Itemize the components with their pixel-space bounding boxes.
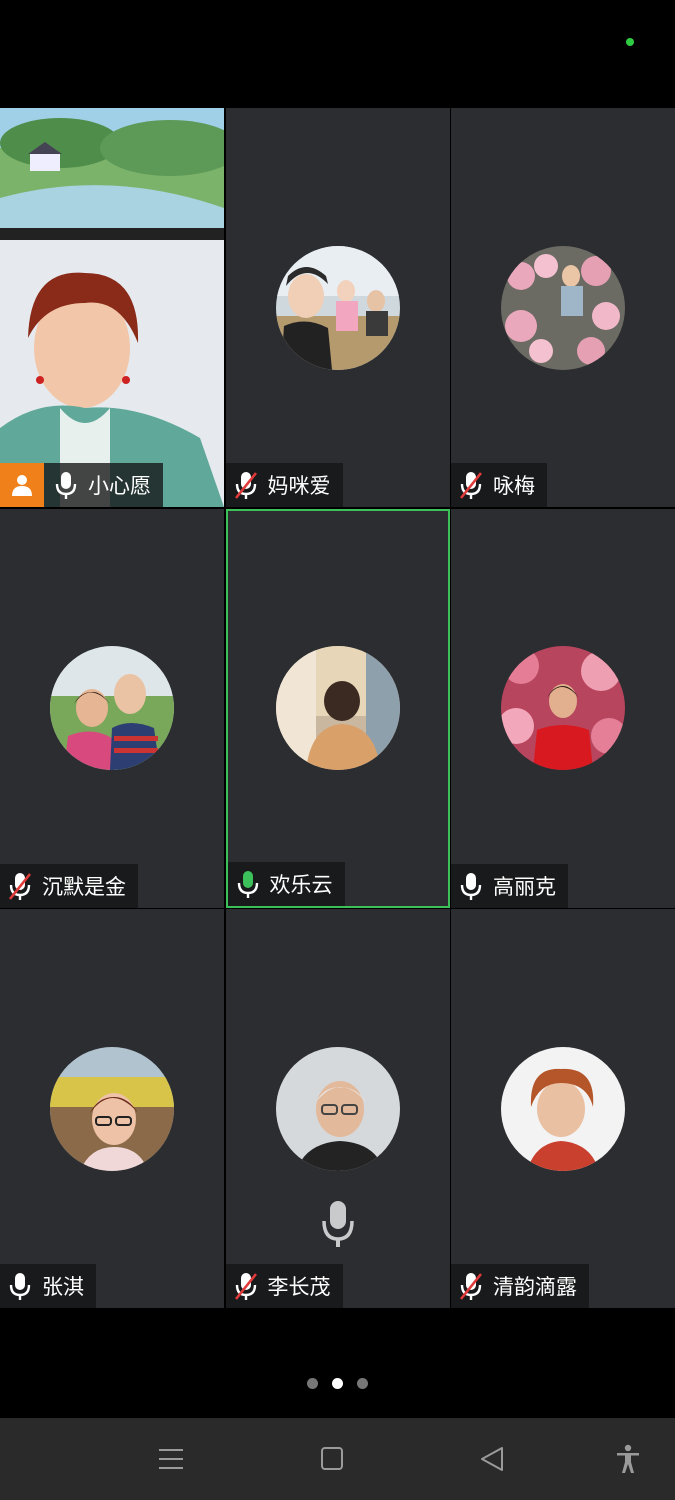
participant-avatar bbox=[275, 1046, 400, 1171]
participant-avatar bbox=[501, 245, 625, 370]
microphone-muted-icon bbox=[459, 1273, 483, 1300]
home-square-icon[interactable] bbox=[312, 1444, 352, 1474]
person-icon bbox=[12, 475, 32, 496]
participant-name: 清韵滴露 bbox=[493, 1275, 577, 1299]
participant-video bbox=[0, 108, 224, 507]
participant-tile[interactable]: 高丽克 bbox=[451, 508, 675, 908]
participant-avatar bbox=[501, 646, 625, 770]
participant-name-bar: 高丽克 bbox=[451, 863, 568, 908]
status-indicator bbox=[626, 38, 634, 46]
participant-avatar bbox=[275, 245, 400, 370]
participant-tile[interactable]: 咏梅 bbox=[451, 108, 675, 507]
menu-icon[interactable] bbox=[151, 1444, 191, 1474]
participant-tile[interactable]: 清韵滴露 bbox=[451, 909, 675, 1308]
microphone-muted-icon bbox=[8, 872, 32, 900]
participant-name-bar: 清韵滴露 bbox=[451, 1264, 589, 1308]
system-navigation-bar bbox=[0, 1418, 675, 1500]
participant-avatar bbox=[275, 646, 400, 770]
participant-avatar bbox=[50, 1046, 174, 1171]
host-badge bbox=[0, 463, 44, 507]
participant-tile[interactable]: 妈咪爱 bbox=[225, 108, 450, 507]
microphone-icon bbox=[321, 1201, 354, 1247]
page-dot[interactable] bbox=[307, 1378, 318, 1389]
participant-name-bar: 咏梅 bbox=[451, 463, 547, 507]
participant-tile[interactable]: 李长茂 bbox=[225, 909, 450, 1308]
participant-name: 欢乐云 bbox=[269, 872, 333, 897]
participant-name: 小心愿 bbox=[88, 474, 151, 498]
participant-tile[interactable]: 张淇 bbox=[0, 909, 224, 1308]
participant-tile-active[interactable]: 欢乐云 bbox=[225, 508, 450, 908]
participant-name-bar: 欢乐云 bbox=[227, 861, 345, 906]
participant-tile[interactable]: 沉默是金 bbox=[0, 508, 224, 908]
microphone-icon bbox=[9, 1273, 31, 1300]
page-dot-current[interactable] bbox=[332, 1378, 343, 1389]
participant-tile[interactable]: 小心愿 bbox=[0, 108, 224, 507]
participant-avatar bbox=[50, 646, 174, 770]
microphone-speaking-icon bbox=[237, 870, 258, 898]
participant-name-bar: 张淇 bbox=[0, 1264, 96, 1308]
participant-name-bar: 沉默是金 bbox=[0, 863, 138, 908]
page-dot[interactable] bbox=[357, 1378, 368, 1389]
participant-name-bar: 李长茂 bbox=[225, 1264, 343, 1308]
video-grid: 小心愿 妈咪爱 咏梅 沉默是金 欢乐云 高丽克 张淇 李长茂 清韵滴露 bbox=[0, 108, 675, 1308]
page-indicator[interactable] bbox=[0, 1378, 675, 1389]
back-triangle-icon[interactable] bbox=[472, 1444, 512, 1474]
participant-name: 咏梅 bbox=[493, 474, 535, 498]
participant-name: 沉默是金 bbox=[42, 874, 126, 899]
participant-name: 李长茂 bbox=[267, 1275, 331, 1299]
participant-avatar bbox=[501, 1046, 625, 1171]
microphone-muted-icon bbox=[459, 472, 483, 499]
microphone-icon bbox=[55, 472, 77, 499]
participant-name: 张淇 bbox=[42, 1275, 84, 1299]
participant-name-bar: 妈咪爱 bbox=[225, 463, 343, 507]
accessibility-icon[interactable] bbox=[608, 1444, 648, 1474]
participant-name: 妈咪爱 bbox=[267, 474, 331, 498]
microphone-muted-icon bbox=[234, 472, 257, 499]
microphone-icon bbox=[460, 872, 482, 900]
participant-name: 高丽克 bbox=[493, 874, 556, 899]
participant-name-bar: 小心愿 bbox=[0, 463, 163, 507]
microphone-muted-icon bbox=[234, 1273, 257, 1300]
